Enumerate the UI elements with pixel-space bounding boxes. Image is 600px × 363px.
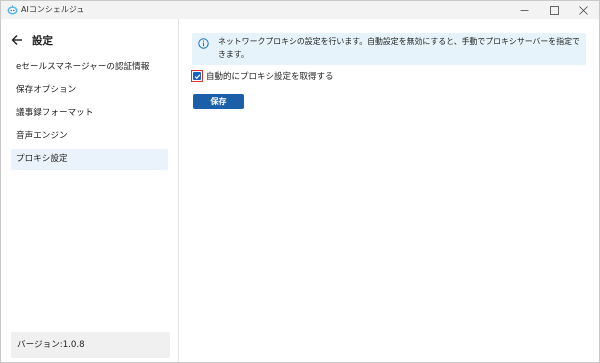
settings-nav: eセールスマネージャーの認証情報 保存オプション 議事録フォーマット 音声エンジ… [11, 57, 168, 172]
maximize-icon [549, 5, 559, 15]
close-button[interactable] [570, 1, 596, 19]
sidebar-item-voice-engine[interactable]: 音声エンジン [11, 126, 168, 147]
arrow-left-icon[interactable] [11, 34, 23, 46]
info-circle-icon [198, 38, 209, 49]
version-label: バージョン:1.0.8 [11, 332, 170, 358]
minimize-icon [520, 9, 528, 11]
back-row: 設定 [11, 32, 53, 48]
maximize-button[interactable] [541, 1, 567, 19]
sidebar-item-save-options[interactable]: 保存オプション [11, 80, 168, 101]
settings-sidebar: 設定 eセールスマネージャーの認証情報 保存オプション 議事録フォーマット 音声… [1, 19, 179, 362]
checkmark-icon [194, 73, 200, 79]
auto-proxy-checkbox[interactable] [193, 72, 201, 80]
proxy-settings-panel: ネットワークプロキシの設定を行います。自動設定を無効にすると、手動でプロキシサー… [179, 19, 599, 362]
window-title: AIコンシェルジュ [21, 5, 85, 14]
sidebar-heading: 設定 [32, 34, 53, 47]
close-icon [578, 5, 588, 15]
title-bar[interactable]: AIコンシェルジュ [1, 1, 599, 19]
highlight-frame [191, 70, 203, 82]
info-message: ネットワークプロキシの設定を行います。自動設定を無効にすると、手動でプロキシサー… [218, 37, 580, 59]
sidebar-item-esales-credentials[interactable]: eセールスマネージャーの認証情報 [11, 57, 168, 78]
info-banner: ネットワークプロキシの設定を行います。自動設定を無効にすると、手動でプロキシサー… [192, 33, 586, 65]
auto-proxy-option: 自動的にプロキシ設定を取得する [191, 69, 334, 83]
sidebar-item-proxy-settings[interactable]: プロキシ設定 [11, 149, 168, 170]
robot-head-icon [7, 5, 18, 15]
sidebar-item-minutes-format[interactable]: 議事録フォーマット [11, 103, 168, 124]
app-window: AIコンシェルジュ 設定 eセールスマネージャーの認証情報 保存オプション 議事… [0, 0, 600, 363]
save-button[interactable]: 保存 [193, 94, 244, 109]
auto-proxy-label[interactable]: 自動的にプロキシ設定を取得する [206, 70, 334, 82]
minimize-button[interactable] [511, 1, 537, 19]
